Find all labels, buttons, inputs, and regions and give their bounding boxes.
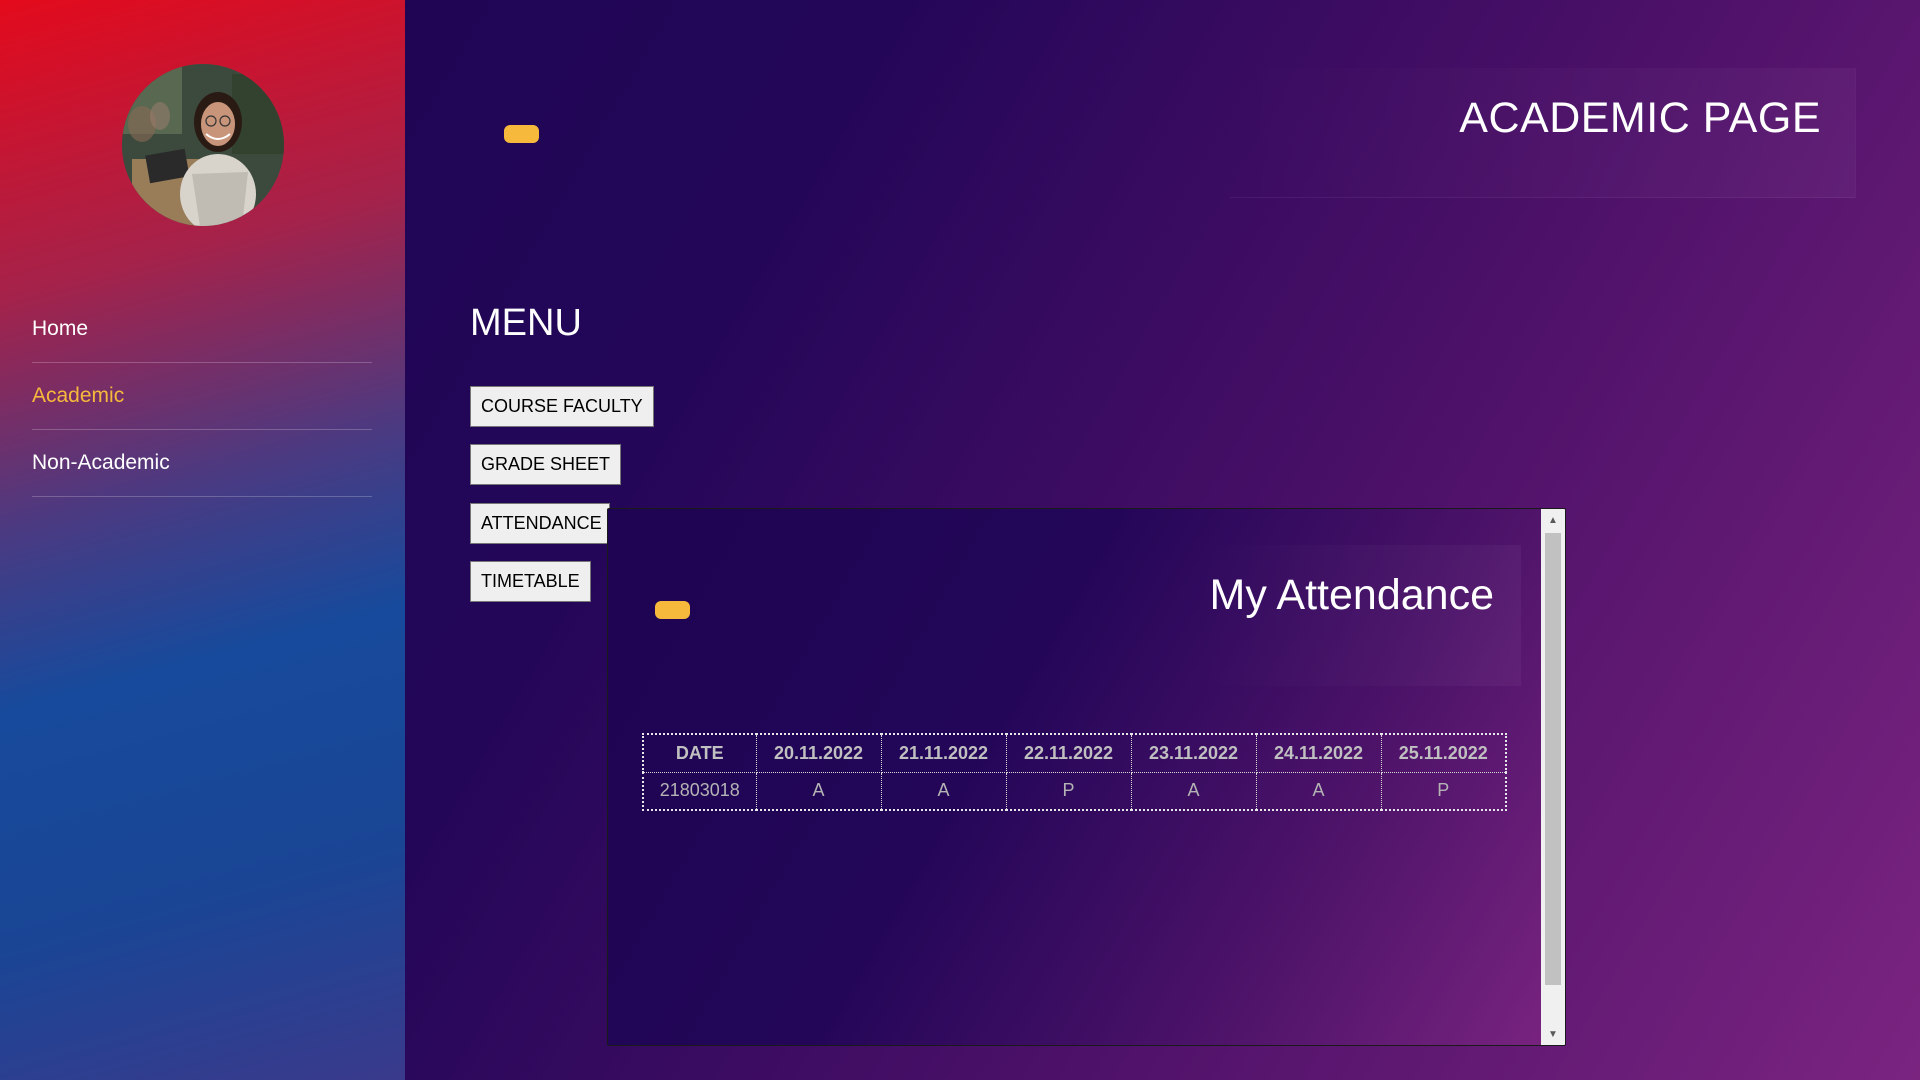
table-row: 21803018 A A P A A P: [642, 771, 1507, 811]
attendance-table: DATE 20.11.2022 21.11.2022 22.11.2022 23…: [642, 733, 1507, 811]
frame-scrollbar[interactable]: ▲ ▼: [1541, 509, 1565, 1045]
avatar: [122, 64, 284, 226]
frame-menu-toggle-button[interactable]: [655, 601, 690, 619]
header-cell: 22.11.2022: [1005, 733, 1132, 773]
header-cell: DATE: [642, 733, 757, 773]
attendance-button[interactable]: ATTENDANCE: [470, 503, 610, 544]
profile-photo: [122, 64, 284, 226]
scrollbar-thumb[interactable]: [1545, 533, 1561, 985]
table-cell: 21803018: [642, 771, 757, 811]
header-cell: 24.11.2022: [1255, 733, 1382, 773]
sidebar-item-non-academic[interactable]: Non-Academic: [32, 430, 372, 497]
menu-title: MENU: [470, 302, 582, 344]
table-cell: A: [1130, 771, 1257, 811]
table-header-row: DATE 20.11.2022 21.11.2022 22.11.2022 23…: [642, 733, 1507, 773]
page-title: ACADEMIC PAGE: [1459, 94, 1821, 142]
table-cell: A: [1255, 771, 1382, 811]
attendance-frame[interactable]: My Attendance DATE 20.11.2022 21.11.2022…: [607, 508, 1566, 1046]
sidebar-item-home[interactable]: Home: [32, 296, 372, 363]
header-cell: 23.11.2022: [1130, 733, 1257, 773]
table-cell: A: [755, 771, 882, 811]
table-cell: P: [1005, 771, 1132, 811]
course-faculty-button[interactable]: COURSE FACULTY: [470, 386, 654, 427]
sidebar-item-academic[interactable]: Academic: [32, 363, 372, 430]
sidebar-nav: Home Academic Non-Academic: [32, 296, 372, 497]
header-cell: 20.11.2022: [755, 733, 882, 773]
scroll-up-icon[interactable]: ▲: [1541, 509, 1565, 531]
header-cell: 25.11.2022: [1380, 733, 1507, 773]
attendance-title: My Attendance: [1209, 571, 1494, 619]
grade-sheet-button[interactable]: GRADE SHEET: [470, 444, 622, 485]
table-cell: A: [880, 771, 1007, 811]
scroll-down-icon[interactable]: ▼: [1541, 1023, 1565, 1045]
timetable-button[interactable]: TIMETABLE: [470, 561, 591, 602]
menu-toggle-button[interactable]: [504, 125, 539, 143]
table-cell: P: [1380, 771, 1507, 811]
header-cell: 21.11.2022: [880, 733, 1007, 773]
sidebar: Home Academic Non-Academic: [0, 0, 405, 1080]
